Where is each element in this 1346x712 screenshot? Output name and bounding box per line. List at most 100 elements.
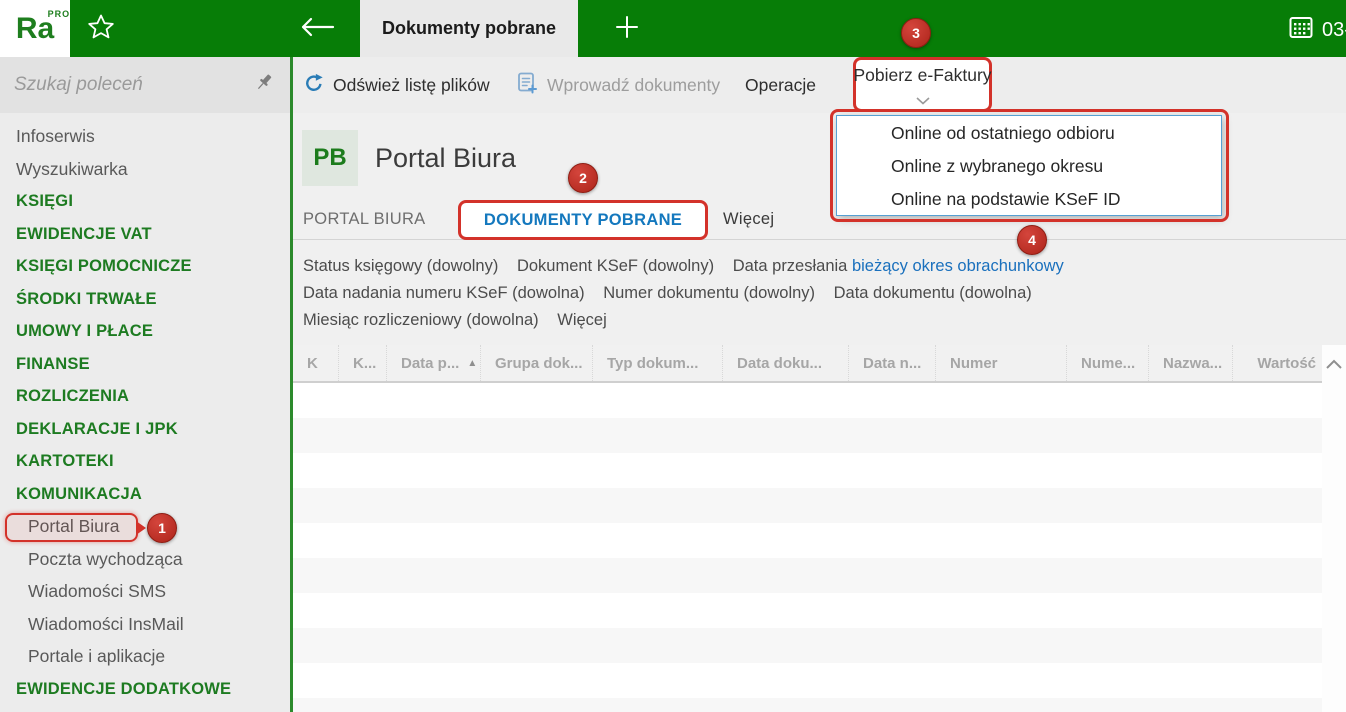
command-search-placeholder: Szukaj poleceń	[14, 74, 143, 95]
sidebar: Szukaj poleceń Infoserwis Wyszukiwarka K…	[0, 57, 290, 712]
col-label: Nume...	[1081, 354, 1136, 372]
datetime-display[interactable]: 03-	[1288, 14, 1346, 46]
filter-data-nadania-ksef[interactable]: Data nadania numeru KSeF (dowolna)	[303, 284, 585, 302]
back-arrow-icon	[299, 15, 335, 44]
sort-asc-icon: ▲	[467, 357, 478, 369]
col-label: K	[307, 354, 318, 372]
filter-data-przeslania-value[interactable]: bieżący okres obrachunkowy	[852, 257, 1064, 275]
window-tab-label: Dokumenty pobrane	[381, 18, 557, 38]
refresh-icon	[303, 72, 325, 99]
sidebar-item-wiadomosci-insmail[interactable]: Wiadomości InsMail	[0, 608, 290, 641]
sidebar-item-ewidencje-dodatkowe[interactable]: EWIDENCJE DODATKOWE	[0, 673, 290, 706]
scroll-up-icon[interactable]	[1325, 345, 1343, 712]
menu-item-online-z-wybranego-okresu[interactable]: Online z wybranego okresu	[837, 150, 1221, 183]
sidebar-item-finanse[interactable]: FINANSE	[0, 348, 290, 381]
favorites-button[interactable]	[86, 14, 116, 44]
datetime-text: 03-	[1322, 18, 1346, 41]
module-badge: PB	[302, 130, 358, 186]
annotation-step-3-number: 3	[912, 25, 920, 41]
sidebar-item-umowy-i-place[interactable]: UMOWY I PŁACE	[0, 315, 290, 348]
refresh-label: Odśwież listę plików	[333, 74, 490, 95]
col-k[interactable]: K	[293, 345, 338, 381]
col-k2[interactable]: K...	[338, 345, 386, 381]
command-search[interactable]: Szukaj poleceń	[0, 57, 290, 113]
annotation-step-3: 3	[901, 18, 931, 48]
filter-data-przeslania[interactable]: Data przesłania bieżący okres obrachunko…	[733, 257, 1064, 275]
filter-status-ksiegowy[interactable]: Status księgowy (dowolny)	[303, 257, 498, 275]
sidebar-item-wyszukiwarka[interactable]: Wyszukiwarka	[0, 153, 290, 186]
col-label: Typ dokum...	[607, 354, 699, 372]
sidebar-item-srodki-trwale[interactable]: ŚRODKI TRWAŁE	[0, 283, 290, 316]
col-label: Data n...	[863, 354, 922, 372]
download-einvoices-dropdown: Online od ostatniego odbioru Online z wy…	[836, 115, 1222, 216]
back-button[interactable]	[298, 16, 336, 42]
filter-data-dokumentu[interactable]: Data dokumentu (dowolna)	[834, 284, 1032, 302]
table-body-empty[interactable]	[293, 383, 1322, 712]
chevron-down-icon	[915, 89, 930, 110]
col-data-dokumentu[interactable]: Data doku...	[722, 345, 848, 381]
top-bar: Ra PRO Dokumenty pobrane 03	[0, 0, 1346, 57]
toolbar: Odśwież listę plików Wprowadź dokumenty …	[293, 57, 1346, 113]
col-label: Data doku...	[737, 354, 823, 372]
filter-wiecej[interactable]: Więcej	[557, 311, 607, 329]
annotation-step-2: 2	[568, 163, 598, 193]
enter-documents-label: Wprowadź dokumenty	[547, 74, 721, 95]
filter-row-3: Miesiąc rozliczeniowy (dowolna) Więcej	[303, 307, 1064, 334]
sidebar-item-wiadomosci-sms[interactable]: Wiadomości SMS	[0, 575, 290, 608]
annotation-callout-step1	[136, 521, 146, 535]
col-label: Wartość	[1257, 354, 1316, 372]
filter-data-przeslania-label: Data przesłania	[732, 257, 848, 275]
pin-icon[interactable]	[254, 72, 276, 99]
sidebar-item-ksiegi[interactable]: KSIĘGI	[0, 185, 290, 218]
col-label: Nazwa...	[1163, 354, 1223, 372]
col-data-nadania[interactable]: Data n...	[848, 345, 935, 381]
plus-icon	[613, 13, 641, 46]
menu-item-online-od-ostatniego-odbioru[interactable]: Online od ostatniego odbioru	[837, 117, 1221, 150]
document-plus-icon	[515, 71, 539, 100]
star-icon	[87, 13, 115, 46]
sidebar-item-deklaracje-i-jpk[interactable]: DEKLARACJE I JPK	[0, 413, 290, 446]
annotation-step-4: 4	[1017, 225, 1047, 255]
download-einvoices-label: Pobierz e-Faktury	[853, 65, 992, 85]
col-label: Data p...	[401, 354, 460, 372]
enter-documents-button[interactable]: Wprowadź dokumenty	[515, 57, 720, 113]
download-einvoices-button[interactable]: Pobierz e-Faktury	[853, 57, 992, 112]
tab-dokumenty-pobrane[interactable]: DOKUMENTY POBRANE	[458, 200, 708, 240]
filter-dokument-ksef[interactable]: Dokument KSeF (dowolny)	[517, 257, 714, 275]
window-tab-dokumenty-pobrane[interactable]: Dokumenty pobrane	[360, 0, 578, 57]
filter-bar: Status księgowy (dowolny) Dokument KSeF …	[303, 253, 1064, 334]
sidebar-item-komunikacja[interactable]: KOMUNIKACJA	[0, 478, 290, 511]
sidebar-item-poczta-wychodzaca[interactable]: Poczta wychodząca	[0, 543, 290, 576]
col-numer-2[interactable]: Nume...	[1066, 345, 1148, 381]
sidebar-item-portale-i-aplikacje[interactable]: Portale i aplikacje	[0, 640, 290, 673]
sidebar-item-infoserwis[interactable]: Infoserwis	[0, 120, 290, 153]
col-nazwa[interactable]: Nazwa...	[1148, 345, 1232, 381]
app-logo: Ra PRO	[0, 0, 70, 57]
tab-portal-biura[interactable]: PORTAL BIURA	[303, 200, 426, 240]
app-logo-text: Ra PRO	[15, 8, 71, 45]
sidebar-item-ksiegi-pomocnicze[interactable]: KSIĘGI POMOCNICZE	[0, 250, 290, 283]
sidebar-item-rozliczenia[interactable]: ROZLICZENIA	[0, 380, 290, 413]
sidebar-item-ewidencje-vat[interactable]: EWIDENCJE VAT	[0, 218, 290, 251]
col-data-przeslania[interactable]: Data p... ▲	[386, 345, 480, 381]
operations-label: Operacje	[745, 74, 817, 95]
col-label: Numer	[950, 354, 998, 372]
new-tab-button[interactable]	[612, 14, 642, 44]
col-numer[interactable]: Numer	[935, 345, 1066, 381]
sidebar-item-kartoteki[interactable]: KARTOTEKI	[0, 445, 290, 478]
col-typ-dokumentu[interactable]: Typ dokum...	[592, 345, 722, 381]
col-wartosc[interactable]: Wartość	[1232, 345, 1322, 381]
col-grupa-dokumentow[interactable]: Grupa dok...	[480, 345, 592, 381]
operations-menu-button[interactable]: Operacje	[745, 57, 816, 113]
tab-wiecej[interactable]: Więcej	[723, 200, 774, 240]
menu-item-online-na-podstawie-ksef-id[interactable]: Online na podstawie KSeF ID	[837, 183, 1221, 216]
col-label: K...	[353, 354, 377, 372]
filter-miesiac-rozliczeniowy[interactable]: Miesiąc rozliczeniowy (dowolna)	[303, 311, 539, 329]
filter-numer-dokumentu[interactable]: Numer dokumentu (dowolny)	[603, 284, 815, 302]
refresh-file-list-button[interactable]: Odśwież listę plików	[303, 57, 490, 113]
annotation-step-1-number: 1	[158, 520, 166, 536]
calendar-icon	[1288, 14, 1314, 46]
table-header: K K... Data p... ▲ Grupa dok... Typ dokum…	[293, 345, 1322, 383]
table-scrollbar[interactable]	[1322, 345, 1346, 712]
annotation-step-1: 1	[147, 513, 177, 543]
